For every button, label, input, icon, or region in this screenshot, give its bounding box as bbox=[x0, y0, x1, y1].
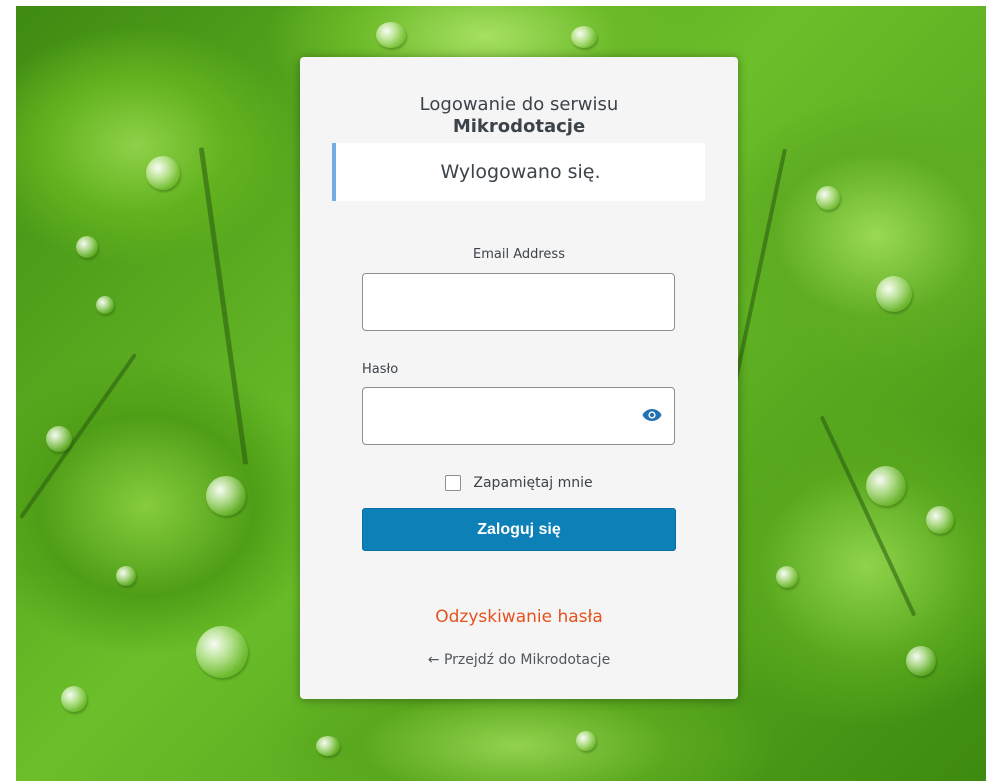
water-drop bbox=[866, 466, 906, 506]
leaf-vein bbox=[19, 352, 137, 520]
water-drop bbox=[96, 296, 114, 314]
remember-me-row: Zapamiętaj mnie bbox=[300, 475, 738, 491]
water-drop bbox=[876, 276, 912, 312]
heading-title: Logowanie do serwisu bbox=[419, 94, 619, 115]
water-drop bbox=[46, 426, 72, 452]
login-button[interactable]: Zaloguj się bbox=[362, 508, 676, 551]
email-label: Email Address bbox=[473, 247, 565, 262]
water-drop bbox=[906, 646, 936, 676]
water-drop bbox=[376, 22, 406, 48]
eye-icon bbox=[642, 409, 662, 421]
site-name: Mikrodotacje bbox=[452, 116, 586, 137]
login-card: Logowanie do serwisu Mikrodotacje Wylogo… bbox=[300, 57, 738, 699]
water-drop bbox=[571, 26, 597, 48]
water-drop bbox=[196, 626, 248, 678]
water-drop bbox=[576, 731, 596, 751]
water-drop bbox=[776, 566, 798, 588]
water-drop bbox=[76, 236, 98, 258]
back-to-site-link[interactable]: ← Przejdź do Mikrodotacje bbox=[300, 652, 738, 668]
remember-me-label[interactable]: Zapamiętaj mnie bbox=[473, 475, 592, 491]
notice-text: Wylogowano się. bbox=[440, 161, 601, 183]
leaf-vein bbox=[198, 147, 249, 465]
lost-password-link[interactable]: Odzyskiwanie hasła bbox=[300, 607, 738, 627]
water-drop bbox=[116, 566, 136, 586]
email-input[interactable] bbox=[362, 273, 675, 331]
water-drop bbox=[206, 476, 246, 516]
logout-notice: Wylogowano się. bbox=[332, 143, 705, 201]
password-input[interactable] bbox=[362, 387, 675, 445]
show-password-button[interactable] bbox=[637, 400, 667, 430]
water-drop bbox=[316, 736, 340, 756]
password-label: Hasło bbox=[362, 362, 399, 377]
water-drop bbox=[61, 686, 87, 712]
water-drop bbox=[926, 506, 954, 534]
remember-me-checkbox[interactable] bbox=[445, 475, 462, 491]
water-drop bbox=[146, 156, 180, 190]
leaf-vein bbox=[819, 415, 917, 617]
water-drop bbox=[816, 186, 840, 210]
login-heading: Logowanie do serwisu Mikrodotacje bbox=[300, 94, 738, 138]
